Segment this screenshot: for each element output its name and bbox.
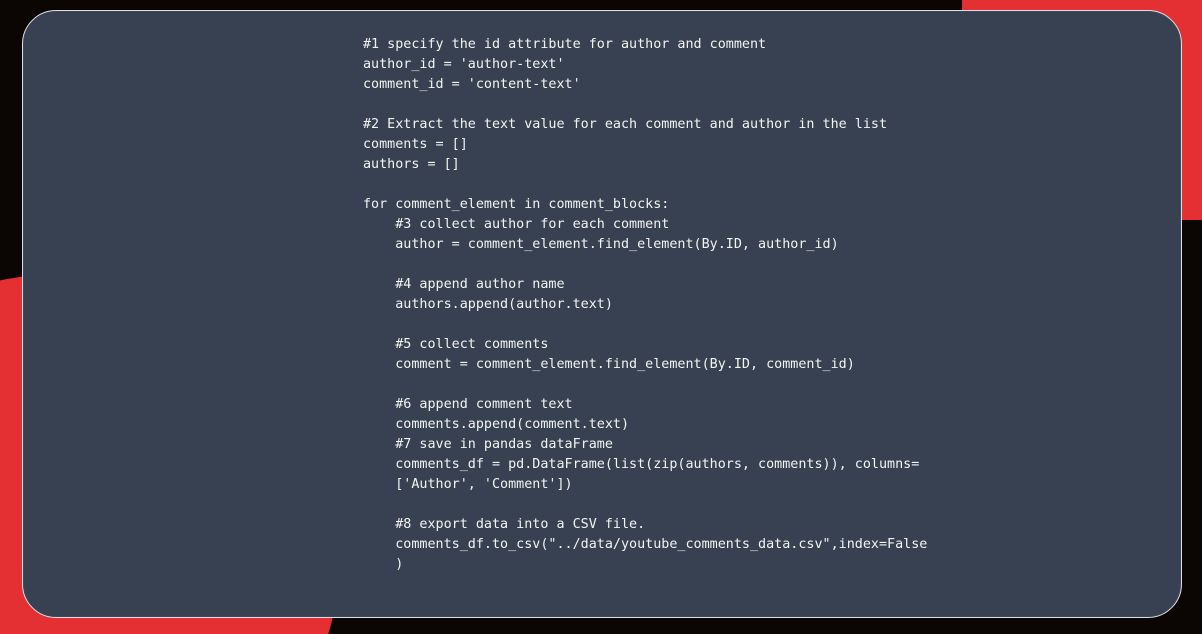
code-line: comment_id = 'content-text' <box>363 75 1119 95</box>
code-line <box>363 315 1119 335</box>
code-line: #3 collect author for each comment <box>363 215 1119 235</box>
code-line: author_id = 'author-text' <box>363 55 1119 75</box>
code-line: #6 append comment text <box>363 395 1119 415</box>
code-line: #7 save in pandas dataFrame <box>363 435 1119 455</box>
code-line: #2 Extract the text value for each comme… <box>363 115 1119 135</box>
code-line <box>363 255 1119 275</box>
code-line: authors = [] <box>363 155 1119 175</box>
code-line: #8 export data into a CSV file. <box>363 515 1119 535</box>
code-line: ['Author', 'Comment']) <box>363 475 1119 495</box>
code-line: comments_df.to_csv("../data/youtube_comm… <box>363 535 1119 555</box>
code-block: #1 specify the id attribute for author a… <box>363 35 1119 593</box>
code-line: #4 append author name <box>363 275 1119 295</box>
code-line <box>363 575 1119 593</box>
code-line: ) <box>363 555 1119 575</box>
code-line <box>363 95 1119 115</box>
code-line: comments.append(comment.text) <box>363 415 1119 435</box>
code-line: authors.append(author.text) <box>363 295 1119 315</box>
code-line: #1 specify the id attribute for author a… <box>363 35 1119 55</box>
code-card: #1 specify the id attribute for author a… <box>22 10 1182 618</box>
code-line <box>363 375 1119 395</box>
code-line: author = comment_element.find_element(By… <box>363 235 1119 255</box>
code-line <box>363 175 1119 195</box>
code-line: for comment_element in comment_blocks: <box>363 195 1119 215</box>
page-background: #1 specify the id attribute for author a… <box>0 0 1202 634</box>
code-line: #5 collect comments <box>363 335 1119 355</box>
code-line <box>363 495 1119 515</box>
code-line: comments = [] <box>363 135 1119 155</box>
code-line: comments_df = pd.DataFrame(list(zip(auth… <box>363 455 1119 475</box>
code-line: comment = comment_element.find_element(B… <box>363 355 1119 375</box>
